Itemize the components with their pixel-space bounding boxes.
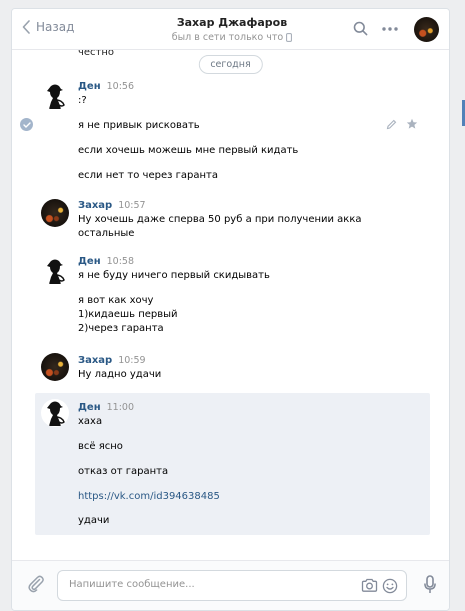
- message-header: Ден 11:00: [78, 402, 134, 413]
- back-label: Назад: [36, 20, 75, 34]
- avatar[interactable]: [41, 257, 69, 285]
- message-field[interactable]: [57, 570, 407, 601]
- message-header: Ден 10:58: [78, 256, 134, 267]
- more-icon[interactable]: [382, 27, 398, 31]
- message-text: я не привык рисковать: [78, 120, 200, 131]
- author-name[interactable]: Ден: [78, 81, 101, 92]
- sherlock-silhouette-icon: [47, 259, 65, 284]
- message-text: я вот как хочу: [78, 295, 154, 306]
- message-group: Захар 10:57 Ну хочешь даже сперва 50 руб…: [12, 197, 449, 243]
- author-name[interactable]: Захар: [78, 200, 112, 211]
- avatar[interactable]: [41, 82, 69, 110]
- edit-pencil-icon[interactable]: [386, 119, 397, 130]
- message-text: хаха: [78, 416, 103, 427]
- message-text: если нет то через гаранта: [78, 170, 218, 181]
- sherlock-silhouette-icon: [47, 401, 65, 426]
- chat-header: Назад Захар Джафаров был в сети только ч…: [12, 9, 449, 50]
- message-header: Ден 10:56: [78, 81, 134, 92]
- message-group: Ден 10:58 я не буду ничего первый скидыв…: [12, 253, 449, 343]
- camera-icon[interactable]: [361, 578, 378, 593]
- message-time[interactable]: 11:00: [107, 402, 134, 413]
- message-text: Ну хочешь даже сперва 50 руб а при получ…: [78, 214, 362, 225]
- message-text: 1)кидаешь первый: [78, 309, 178, 320]
- avatar[interactable]: [41, 199, 69, 227]
- message-group: Захар 10:59 Ну ладно удачи: [12, 352, 449, 388]
- message-group: Ден 10:56 :? я не привык рисковать если …: [12, 78, 449, 188]
- author-name[interactable]: Ден: [78, 402, 101, 413]
- smile-icon[interactable]: [382, 578, 398, 594]
- message-text: если хочешь можешь мне первый кидать: [78, 145, 299, 156]
- profile-link[interactable]: https://vk.com/id394638485: [78, 491, 220, 502]
- message-text: удачи: [78, 515, 110, 526]
- message-text: Ну ладно удачи: [78, 369, 162, 380]
- chevron-left-icon: [22, 20, 30, 34]
- message-text: отказ от гаранта: [78, 466, 169, 477]
- back-button[interactable]: Назад: [22, 20, 74, 34]
- star-icon[interactable]: [406, 118, 418, 130]
- online-status-text: был в сети только что: [171, 32, 284, 43]
- message-history[interactable]: честно сегодня Ден 10:56 :? я не привык …: [12, 50, 449, 562]
- avatar[interactable]: [41, 399, 69, 427]
- avatar[interactable]: [41, 353, 69, 381]
- message-composer: [12, 560, 449, 610]
- message-header: Захар 10:57: [78, 200, 146, 211]
- message-time[interactable]: 10:58: [107, 256, 134, 267]
- message-input[interactable]: [69, 579, 339, 590]
- select-check-icon[interactable]: [20, 118, 33, 131]
- online-status: был в сети только что: [171, 32, 293, 43]
- message-time[interactable]: 10:56: [107, 81, 134, 92]
- message-text: 2)через гаранта: [78, 323, 164, 334]
- message-header: Захар 10:59: [78, 355, 146, 366]
- author-name[interactable]: Захар: [78, 355, 112, 366]
- search-icon[interactable]: [353, 21, 368, 36]
- microphone-icon[interactable]: [424, 575, 436, 594]
- message-text: остальные: [78, 228, 135, 239]
- chat-title-block[interactable]: Захар Джафаров был в сети только что: [112, 16, 352, 43]
- paperclip-icon[interactable]: [26, 574, 46, 594]
- dialog-panel: Назад Захар Джафаров был в сети только ч…: [11, 8, 450, 611]
- sherlock-silhouette-icon: [47, 84, 65, 109]
- mobile-icon: [286, 33, 293, 42]
- chat-title: Захар Джафаров: [176, 16, 288, 29]
- message-text: :?: [78, 95, 87, 106]
- message-text: я не буду ничего первый скидывать: [78, 270, 270, 281]
- message-time[interactable]: 10:57: [118, 200, 145, 211]
- message-group-selected[interactable]: Ден 11:00 хаха всё ясно отказ от гаранта…: [35, 393, 430, 535]
- contact-avatar[interactable]: [414, 17, 439, 42]
- author-name[interactable]: Ден: [78, 256, 101, 267]
- date-separator[interactable]: сегодня: [198, 55, 263, 74]
- message-time[interactable]: 10:59: [118, 355, 145, 366]
- previous-message-fragment: честно: [78, 50, 115, 58]
- message-text: всё ясно: [78, 441, 123, 452]
